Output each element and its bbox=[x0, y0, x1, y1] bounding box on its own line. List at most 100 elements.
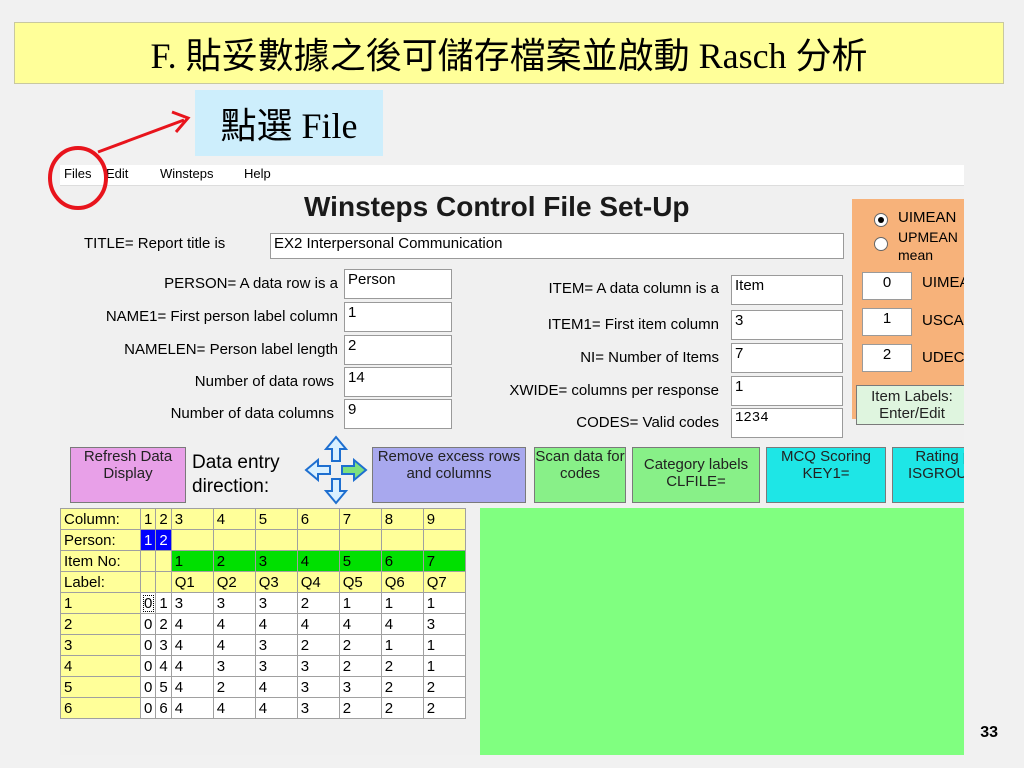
grid-cell[interactable]: 2 bbox=[422, 676, 466, 698]
mcq-scoring-button[interactable]: MCQ Scoring KEY1= bbox=[766, 447, 886, 503]
grid-cell[interactable]: 4 bbox=[296, 613, 340, 635]
menu-winsteps[interactable]: Winsteps bbox=[160, 166, 213, 181]
grid-cell[interactable]: 4 bbox=[296, 550, 340, 572]
grid-cell[interactable] bbox=[338, 529, 382, 551]
grid-cell[interactable] bbox=[170, 529, 214, 551]
grid-cell[interactable]: 2 bbox=[338, 697, 382, 719]
grid-cell[interactable]: 3 bbox=[254, 634, 298, 656]
grid-cell[interactable]: 0 bbox=[139, 655, 157, 677]
grid-cell[interactable] bbox=[254, 529, 298, 551]
grid-cell[interactable]: 4 bbox=[212, 697, 256, 719]
grid-cell[interactable] bbox=[380, 529, 424, 551]
grid-cell[interactable]: 4 bbox=[170, 634, 214, 656]
rows-field[interactable]: 14 bbox=[344, 367, 452, 397]
grid-cell[interactable]: 2 bbox=[296, 634, 340, 656]
remove-excess-button[interactable]: Remove excess rows and columns bbox=[372, 447, 526, 503]
grid-cell[interactable]: 4 bbox=[254, 613, 298, 635]
grid-cell[interactable]: 2 bbox=[338, 634, 382, 656]
grid-cell[interactable] bbox=[296, 529, 340, 551]
grid-cell[interactable]: 3 bbox=[422, 613, 466, 635]
menu-files[interactable]: Files bbox=[64, 166, 91, 181]
person-field[interactable]: Person bbox=[344, 269, 452, 299]
grid-cell[interactable] bbox=[155, 571, 172, 593]
title-field[interactable]: EX2 Interpersonal Communication bbox=[270, 233, 844, 259]
grid-cell[interactable]: 1 bbox=[422, 592, 466, 614]
grid-cell[interactable] bbox=[155, 550, 172, 572]
uimean-radio[interactable] bbox=[874, 213, 888, 227]
uscale-field[interactable]: 1 bbox=[862, 308, 912, 336]
name1-field[interactable]: 1 bbox=[344, 302, 452, 332]
grid-cell[interactable]: 4 bbox=[170, 613, 214, 635]
grid-cell[interactable]: 1 bbox=[139, 529, 157, 551]
grid-cell[interactable]: 4 bbox=[212, 613, 256, 635]
grid-cell[interactable]: 4 bbox=[155, 655, 172, 677]
direction-arrows-icon[interactable] bbox=[304, 435, 368, 505]
item-labels-button[interactable]: Item Labels: Enter/Edit bbox=[856, 385, 964, 425]
grid-cell[interactable]: 2 bbox=[212, 676, 256, 698]
grid-cell[interactable]: 3 bbox=[170, 592, 214, 614]
grid-cell[interactable]: 3 bbox=[254, 550, 298, 572]
item-field[interactable]: Item bbox=[731, 275, 843, 305]
grid-cell[interactable]: 4 bbox=[254, 697, 298, 719]
menu-edit[interactable]: Edit bbox=[106, 166, 128, 181]
grid-cell[interactable]: Q2 bbox=[212, 571, 256, 593]
grid-cell[interactable]: Q5 bbox=[338, 571, 382, 593]
grid-cell[interactable] bbox=[212, 529, 256, 551]
grid-cell[interactable]: 4 bbox=[170, 697, 214, 719]
grid-cell[interactable]: 1 bbox=[380, 592, 424, 614]
grid-cell[interactable]: Q7 bbox=[422, 571, 466, 593]
grid-cell[interactable]: 3 bbox=[155, 634, 172, 656]
grid-cell[interactable]: 5 bbox=[155, 676, 172, 698]
grid-cell[interactable]: Q3 bbox=[254, 571, 298, 593]
grid-cell[interactable]: 7 bbox=[422, 550, 466, 572]
grid-cell[interactable]: 3 bbox=[296, 676, 340, 698]
grid-cell[interactable]: 0 bbox=[139, 613, 157, 635]
grid-cell[interactable]: 2 bbox=[155, 613, 172, 635]
grid-cell[interactable]: 0 bbox=[139, 676, 157, 698]
grid-cell[interactable]: 4 bbox=[254, 676, 298, 698]
grid-cell[interactable]: 3 bbox=[338, 676, 382, 698]
grid-cell[interactable]: 1 bbox=[170, 550, 214, 572]
grid-cell[interactable]: 2 bbox=[380, 697, 424, 719]
grid-cell[interactable]: 1 bbox=[155, 592, 172, 614]
grid-cell[interactable] bbox=[422, 529, 466, 551]
grid-cell[interactable]: 6 bbox=[380, 550, 424, 572]
grid-cell[interactable]: 5 bbox=[338, 550, 382, 572]
grid-cell[interactable]: 6 bbox=[155, 697, 172, 719]
grid-cell[interactable]: 4 bbox=[380, 613, 424, 635]
grid-cell[interactable]: 3 bbox=[254, 592, 298, 614]
grid-cell[interactable]: 4 bbox=[170, 655, 214, 677]
grid-cell[interactable]: 3 bbox=[254, 655, 298, 677]
grid-cell[interactable]: 2 bbox=[380, 676, 424, 698]
cols-field[interactable]: 9 bbox=[344, 399, 452, 429]
grid-cell[interactable]: Q6 bbox=[380, 571, 424, 593]
grid-cell[interactable]: 4 bbox=[170, 676, 214, 698]
grid-cell[interactable]: 0 bbox=[139, 592, 157, 614]
grid-cell[interactable]: 3 bbox=[212, 655, 256, 677]
grid-cell[interactable]: 1 bbox=[380, 634, 424, 656]
data-entry-area[interactable] bbox=[480, 508, 964, 755]
category-labels-button[interactable]: Category labels CLFILE= bbox=[632, 447, 760, 503]
udecimals-field[interactable]: 2 bbox=[862, 344, 912, 372]
xwide-field[interactable]: 1 bbox=[731, 376, 843, 406]
grid-cell[interactable]: 2 bbox=[155, 529, 172, 551]
grid-cell[interactable]: 3 bbox=[296, 697, 340, 719]
grid-cell[interactable]: 2 bbox=[380, 655, 424, 677]
namelen-field[interactable]: 2 bbox=[344, 335, 452, 365]
refresh-data-button[interactable]: Refresh Data Display bbox=[70, 447, 186, 503]
grid-cell[interactable]: 3 bbox=[212, 592, 256, 614]
menu-help[interactable]: Help bbox=[244, 166, 271, 181]
grid-cell[interactable]: 2 bbox=[296, 592, 340, 614]
upmean-radio[interactable] bbox=[874, 237, 888, 251]
grid-cell[interactable]: Q4 bbox=[296, 571, 340, 593]
item1-field[interactable]: 3 bbox=[731, 310, 843, 340]
grid-cell[interactable]: 4 bbox=[212, 634, 256, 656]
grid-cell[interactable]: 2 bbox=[338, 655, 382, 677]
grid-cell[interactable]: 0 bbox=[139, 634, 157, 656]
grid-cell[interactable] bbox=[139, 571, 157, 593]
scan-data-button[interactable]: Scan data for codes bbox=[534, 447, 626, 503]
grid-cell[interactable]: 2 bbox=[422, 697, 466, 719]
grid-cell[interactable]: 1 bbox=[422, 655, 466, 677]
codes-field[interactable]: 1234 bbox=[731, 408, 843, 438]
grid-cell[interactable]: 2 bbox=[212, 550, 256, 572]
